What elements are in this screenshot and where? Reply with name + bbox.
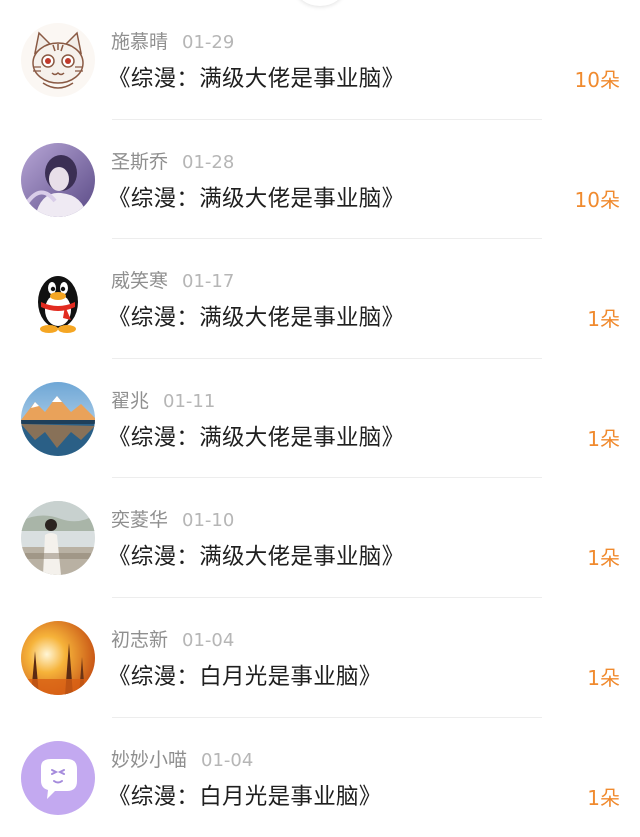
gift-record-list: 施慕晴 01-29 《综漫：满级大佬是事业脑》 10朵 圣斯乔 01-28 《综… (0, 0, 640, 837)
gift-amount: 1朵 (587, 785, 620, 810)
chat-bubble-avatar[interactable] (21, 740, 95, 815)
gift-date: 01-11 (163, 390, 216, 412)
gift-date: 01-29 (182, 32, 235, 53)
gift-amount: 1朵 (587, 665, 620, 690)
book-title[interactable]: 《综漫：满级大佬是事业脑》 (108, 541, 404, 573)
user-name[interactable]: 妙妙小喵 (111, 749, 187, 771)
user-name[interactable]: 圣斯乔 (111, 151, 168, 173)
book-title[interactable]: 《综漫：白月光是事业脑》 (108, 661, 382, 693)
photo-avatar[interactable] (21, 142, 95, 217)
user-name[interactable]: 威笑寒 (111, 270, 168, 292)
person-photo-avatar[interactable] (21, 501, 95, 576)
gift-amount: 1朵 (587, 307, 620, 332)
gift-date: 01-04 (182, 629, 235, 651)
list-item[interactable]: 圣斯乔 01-28 《综漫：满级大佬是事业脑》 10朵 (0, 120, 640, 240)
user-name[interactable]: 翟兆 (111, 390, 149, 412)
book-title[interactable]: 《综漫：满级大佬是事业脑》 (108, 422, 404, 454)
book-title[interactable]: 《综漫：满级大佬是事业脑》 (108, 183, 404, 215)
gift-amount: 10朵 (574, 68, 620, 92)
list-item[interactable]: 初志新 01-04 《综漫：白月光是事业脑》 1朵 (0, 598, 640, 718)
list-item[interactable]: 施慕晴 01-29 《综漫：满级大佬是事业脑》 10朵 (0, 0, 640, 120)
book-title[interactable]: 《综漫：白月光是事业脑》 (108, 781, 382, 813)
user-name[interactable]: 施慕晴 (111, 31, 168, 53)
user-name[interactable]: 初志新 (111, 629, 168, 651)
gift-date: 01-28 (182, 151, 235, 173)
gift-date: 01-04 (201, 749, 254, 771)
gift-date: 01-10 (182, 510, 235, 532)
user-name[interactable]: 奕菱华 (111, 509, 168, 531)
gift-amount: 1朵 (587, 426, 620, 451)
book-title[interactable]: 《综漫：满级大佬是事业脑》 (108, 302, 404, 334)
list-item[interactable]: 奕菱华 01-10 《综漫：满级大佬是事业脑》 1朵 (0, 478, 640, 598)
gift-amount: 1朵 (587, 546, 620, 571)
list-item[interactable]: 妙妙小喵 01-04 《综漫：白月光是事业脑》 1朵 (0, 718, 640, 837)
list-item[interactable]: 威笑寒 01-17 《综漫：满级大佬是事业脑》 1朵 (0, 239, 640, 359)
cat-avatar[interactable] (21, 23, 95, 97)
book-title[interactable]: 《综漫：满级大佬是事业脑》 (108, 63, 404, 95)
list-item[interactable]: 翟兆 01-11 《综漫：满级大佬是事业脑》 1朵 (0, 359, 640, 479)
gift-date: 01-17 (182, 271, 235, 293)
autumn-avatar[interactable] (21, 620, 95, 695)
landscape-avatar[interactable] (21, 381, 95, 456)
gift-amount: 10朵 (574, 187, 620, 212)
penguin-avatar[interactable] (21, 262, 95, 337)
